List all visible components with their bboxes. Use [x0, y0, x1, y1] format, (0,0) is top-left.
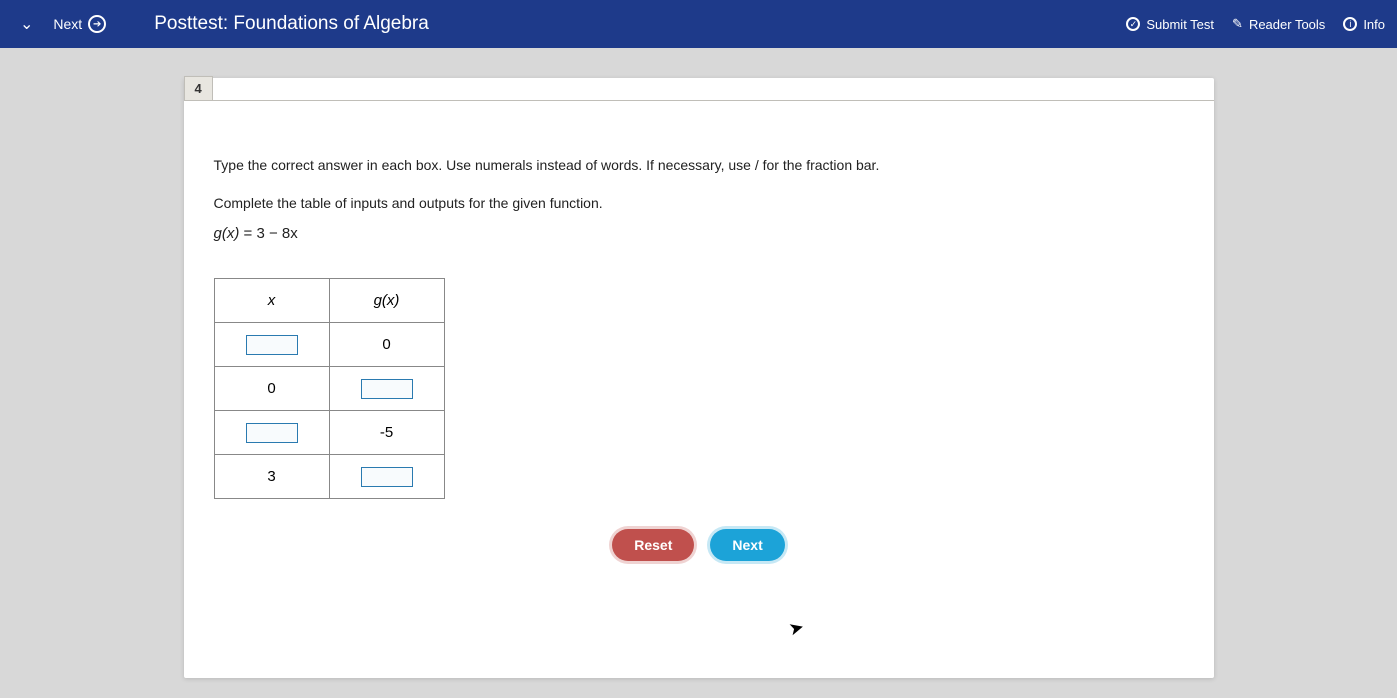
- gx-input-row2[interactable]: [361, 379, 413, 399]
- gx-input-row4[interactable]: [361, 467, 413, 487]
- question-card: 4 Type the correct answer in each box. U…: [184, 78, 1214, 678]
- submit-test-label: Submit Test: [1146, 17, 1214, 32]
- table-row: -5: [214, 411, 444, 455]
- question-instructions: Type the correct answer in each box. Use…: [214, 157, 1184, 173]
- reader-tools-button[interactable]: ✎ Reader Tools: [1232, 16, 1325, 32]
- question-prompt: Complete the table of inputs and outputs…: [214, 195, 1184, 211]
- x-input-row3[interactable]: [246, 423, 298, 443]
- info-icon: i: [1343, 17, 1357, 31]
- cursor-icon: ➤: [786, 616, 806, 640]
- arrow-right-circle-icon: ➔: [88, 15, 106, 33]
- table-row: 0: [214, 323, 444, 367]
- x-value-row4: 3: [214, 455, 329, 499]
- wand-icon: ✎: [1232, 16, 1243, 32]
- table-header-row: x g(x): [214, 279, 444, 323]
- x-input-row1[interactable]: [246, 335, 298, 355]
- function-formula: g(x) = 3 − 8x: [214, 225, 1184, 242]
- header-x: x: [214, 279, 329, 323]
- io-table: x g(x) 0 0 -5 3: [214, 278, 445, 499]
- submit-test-button[interactable]: ✓ Submit Test: [1126, 17, 1214, 32]
- next-button[interactable]: Next: [710, 529, 784, 561]
- chevron-down-icon[interactable]: ⌄: [20, 14, 33, 34]
- check-circle-icon: ✓: [1126, 17, 1140, 31]
- button-row: Reset Next: [214, 529, 1184, 561]
- formula-eq: =: [239, 225, 256, 242]
- header-gx: g(x): [329, 279, 444, 323]
- reader-tools-label: Reader Tools: [1249, 17, 1325, 32]
- info-button[interactable]: i Info: [1343, 17, 1385, 32]
- table-row: 3: [214, 455, 444, 499]
- table-row: 0: [214, 367, 444, 411]
- gx-value-row1: 0: [329, 323, 444, 367]
- question-number-badge: 4: [184, 76, 213, 101]
- next-nav-label: Next: [53, 16, 82, 32]
- reset-button[interactable]: Reset: [612, 529, 694, 561]
- formula-rhs: 3 − 8x: [256, 225, 297, 242]
- topbar: ⌄ Next ➔ Posttest: Foundations of Algebr…: [0, 0, 1397, 48]
- formula-lhs: g(x): [214, 225, 240, 242]
- gx-value-row3: -5: [329, 411, 444, 455]
- info-label: Info: [1363, 17, 1385, 32]
- next-nav[interactable]: Next ➔: [53, 15, 106, 33]
- x-value-row2: 0: [214, 367, 329, 411]
- page-title: Posttest: Foundations of Algebra: [154, 13, 429, 35]
